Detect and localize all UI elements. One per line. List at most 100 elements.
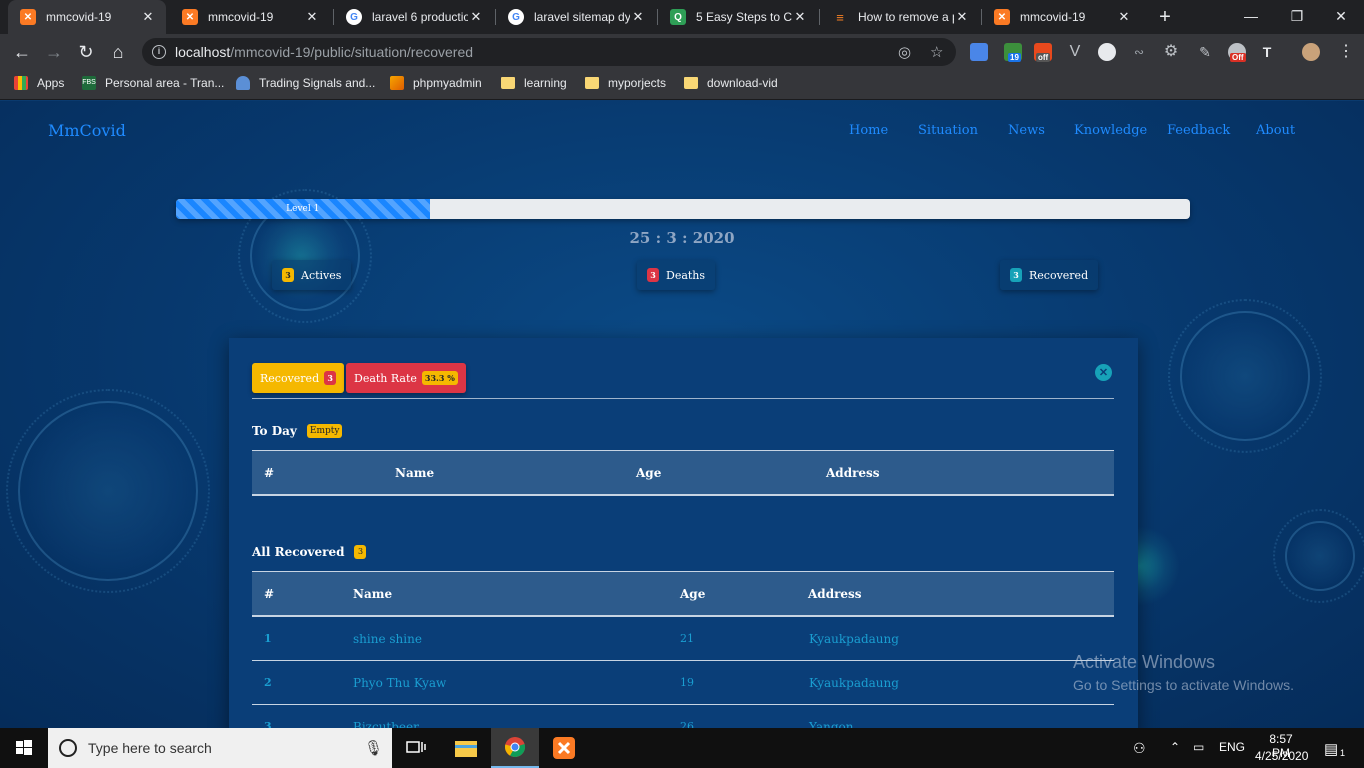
xampp-taskbar-button[interactable] — [540, 728, 588, 768]
browser-tab[interactable]: ≡ How to remove a p ✕ — [820, 0, 980, 34]
home-button[interactable]: ⌂ — [104, 38, 132, 66]
settings-extension-icon[interactable]: ⚙ — [1162, 43, 1180, 61]
bookmark-label: Apps — [37, 76, 65, 90]
mute-badge: Off — [1230, 53, 1246, 62]
recovered-stat[interactable]: 3 Recovered — [1000, 260, 1099, 290]
location-target-icon[interactable]: ◎ — [898, 43, 911, 61]
people-icon[interactable]: ⚇ — [1133, 740, 1146, 757]
bookmark-download-vid[interactable]: download-vid — [684, 76, 778, 90]
row-address: Kyaukpadaung — [809, 632, 899, 646]
close-panel-icon[interactable]: ✕ — [1095, 364, 1112, 381]
browser-menu-icon[interactable]: ⋮ — [1332, 38, 1360, 66]
close-tab-icon[interactable]: ✕ — [468, 9, 484, 25]
actives-stat[interactable]: 3 Actives — [272, 260, 352, 290]
browser-tab[interactable]: ✕ mmcovid-19 ✕ — [170, 0, 330, 34]
reload-button[interactable]: ↻ — [72, 38, 100, 66]
tab-title: mmcovid-19 — [208, 10, 274, 24]
search-placeholder: Type here to search — [88, 740, 212, 756]
bookmark-personal-area[interactable]: FBS Personal area - Tran... — [82, 76, 224, 90]
bookmark-trading-signals[interactable]: Trading Signals and... — [236, 76, 375, 90]
actives-label: Actives — [301, 268, 342, 282]
browser-tab[interactable]: Q 5 Easy Steps to Cr ✕ — [658, 0, 818, 34]
bookmark-phpmyadmin[interactable]: phpmyadmin — [390, 76, 482, 90]
close-tab-icon[interactable]: ✕ — [304, 9, 320, 25]
calendar-extension-icon[interactable]: 19 — [1004, 43, 1022, 62]
nav-knowledge[interactable]: Knowledge — [1074, 123, 1147, 138]
close-tab-icon[interactable]: ✕ — [140, 9, 156, 25]
close-tab-icon[interactable]: ✕ — [954, 9, 970, 25]
windows-taskbar: Type here to search 🎙 ⚇ ⌃ ▭ ENG 8:57 PM … — [0, 728, 1364, 768]
nav-news[interactable]: News — [1008, 123, 1045, 138]
nav-feedback[interactable]: Feedback — [1167, 123, 1230, 138]
restore-button[interactable]: ❐ — [1274, 0, 1320, 34]
browser-tab[interactable]: ✕ mmcovid-19 ✕ — [8, 0, 166, 34]
col-address: Address — [808, 587, 862, 601]
close-tab-icon[interactable]: ✕ — [792, 9, 808, 25]
deaths-count-badge: 3 — [647, 268, 659, 282]
address-bar[interactable]: i localhost/mmcovid-19/public/situation/… — [142, 38, 956, 66]
action-center-icon[interactable]: ▤ — [1324, 740, 1338, 758]
link-extension-icon[interactable]: ∾ — [1130, 43, 1148, 61]
url-text: localhost/mmcovid-19/public/situation/re… — [175, 44, 473, 60]
bookmark-myporjects[interactable]: myporjects — [585, 76, 666, 90]
pdf-extension-icon[interactable]: off — [1034, 43, 1052, 62]
table-row[interactable]: 1 shine shine 21 Kyaukpadaung — [252, 617, 1114, 661]
taskbar-date[interactable]: 4/25/2020 — [1255, 749, 1308, 763]
back-button[interactable]: ← — [8, 38, 36, 66]
vue-devtools-icon[interactable]: V — [1066, 43, 1084, 61]
browser-toolbar: ← → ↻ ⌂ i localhost/mmcovid-19/public/si… — [0, 34, 1364, 70]
today-heading: To Day Empty — [252, 424, 349, 438]
deaths-label: Deaths — [666, 268, 706, 282]
table-row[interactable]: 3 Bizcutbeer 26 Yangon — [252, 705, 1114, 728]
xampp-icon: ✕ — [994, 9, 1010, 25]
close-window-button[interactable]: ✕ — [1318, 0, 1364, 34]
browser-tab[interactable]: G laravel 6 productio ✕ — [334, 0, 494, 34]
language-indicator[interactable]: ENG — [1219, 740, 1245, 754]
all-recovered-title: All Recovered — [252, 545, 345, 559]
bookmark-label: myporjects — [608, 76, 667, 90]
browser-tab[interactable]: G laravel sitemap dy ✕ — [496, 0, 656, 34]
death-rate-label: Death Rate — [354, 371, 417, 385]
bookmark-star-icon[interactable]: ☆ — [930, 43, 943, 61]
deaths-stat[interactable]: 3 Deaths — [637, 260, 716, 290]
table-row[interactable]: 2 Phyo Thu Kyaw 19 Kyaukpadaung — [252, 661, 1114, 705]
close-tab-icon[interactable]: ✕ — [630, 9, 646, 25]
bookmark-learning[interactable]: learning — [501, 76, 567, 90]
chrome-taskbar-button[interactable] — [491, 728, 539, 768]
text-extension-icon[interactable]: T — [1258, 43, 1276, 61]
notification-count: 1 — [1340, 748, 1346, 758]
close-tab-icon[interactable]: ✕ — [1116, 9, 1132, 25]
task-view-button[interactable] — [392, 728, 440, 768]
folder-icon — [684, 77, 698, 89]
taskbar-search-box[interactable]: Type here to search 🎙 — [48, 728, 392, 768]
nav-situation[interactable]: Situation — [918, 123, 978, 138]
recovered-button-label: Recovered — [260, 371, 320, 385]
mute-extension-icon[interactable]: Off — [1228, 43, 1246, 62]
new-tab-button[interactable]: + — [1152, 4, 1178, 30]
minimize-button[interactable]: — — [1228, 0, 1274, 34]
browser-tab[interactable]: ✕ mmcovid-19 ✕ — [982, 0, 1142, 34]
site-info-icon[interactable]: i — [152, 45, 166, 59]
recovered-label: Recovered — [1029, 268, 1089, 282]
col-name: Name — [353, 587, 393, 601]
recovered-button[interactable]: Recovered 3 — [252, 363, 345, 393]
profile-avatar[interactable] — [1302, 43, 1320, 61]
eyedropper-extension-icon[interactable]: ✎ — [1196, 43, 1214, 61]
bookmark-apps[interactable]: Apps — [14, 76, 64, 90]
forward-button[interactable]: → — [40, 38, 68, 66]
network-icon[interactable]: ▭ — [1193, 740, 1204, 754]
start-button[interactable] — [0, 728, 48, 768]
row-num: 2 — [264, 676, 272, 689]
tray-chevron-icon[interactable]: ⌃ — [1170, 740, 1180, 754]
translate-extension-icon[interactable] — [970, 43, 988, 61]
microphone-icon[interactable]: 🎙 — [364, 739, 383, 757]
death-rate-button[interactable]: Death Rate 33.3 % — [346, 363, 466, 393]
nav-home[interactable]: Home — [849, 123, 888, 138]
timer-extension-icon[interactable] — [1098, 43, 1116, 61]
fbs-icon: FBS — [82, 76, 96, 90]
site-brand[interactable]: MmCovid — [48, 121, 126, 140]
nav-about[interactable]: About — [1256, 123, 1295, 138]
virus-decoration-icon — [6, 389, 210, 593]
url-host: localhost — [175, 44, 231, 60]
file-explorer-button[interactable] — [442, 728, 490, 768]
